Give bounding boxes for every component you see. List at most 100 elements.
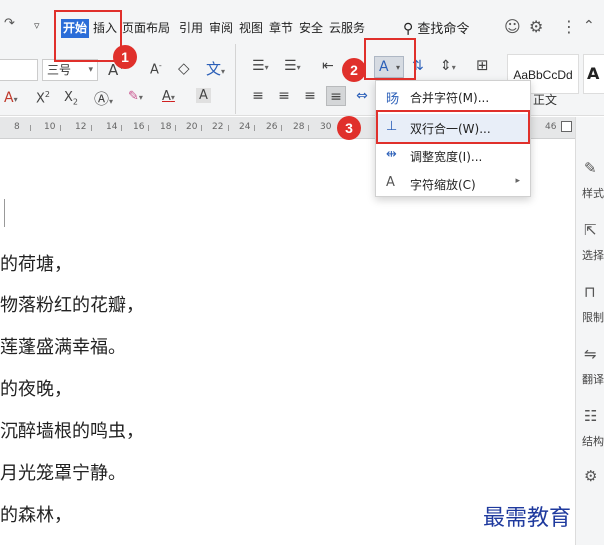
subscript-icon[interactable]: X2	[64, 90, 78, 107]
right-sidebar: ✎ 样式 ⇱ 选择 ⊓ 限制 ⇋ 翻译 ☷ 结构 ⚙	[575, 117, 604, 545]
menu-item-label: 字符缩放(C)	[410, 178, 476, 192]
gear-icon[interactable]: ⚙	[529, 17, 543, 36]
adjust-width-icon: ⇹	[386, 147, 397, 162]
decrease-indent-icon[interactable]: ⇤	[322, 58, 334, 74]
pen-icon[interactable]: ✎	[584, 159, 597, 177]
lock-icon[interactable]: ⊓	[584, 283, 596, 301]
highlight-color-icon[interactable]: ✎▾	[128, 89, 143, 104]
font-name-combo[interactable]	[0, 59, 38, 81]
sidebar-label-style: 样式	[582, 187, 604, 200]
ruler-tick	[30, 125, 31, 131]
char-shading-icon[interactable]: A	[196, 88, 211, 103]
document-line[interactable]: 莲蓬盛满幸福。	[0, 333, 126, 359]
highlight-box-two-lines-in-one	[376, 110, 530, 144]
search-command[interactable]: ⚲ 查找命令	[403, 18, 469, 38]
menu-item-label: 调整宽度(I)...	[410, 150, 483, 164]
bullet-list-icon[interactable]: ☰▾	[252, 58, 269, 74]
ruler-number: 22	[212, 122, 224, 132]
ruler-tick	[60, 125, 61, 131]
style-normal-label: 正文	[533, 93, 558, 107]
align-right-icon[interactable]: ≡	[300, 86, 320, 106]
ruler-number: 10	[44, 122, 56, 132]
document-line[interactable]: 物落粉红的花瓣，	[0, 291, 144, 317]
feedback-icon[interactable]: ☺	[504, 17, 521, 36]
text-effect-icon[interactable]: A▾	[4, 90, 18, 106]
shrink-font-icon[interactable]: A-	[150, 61, 162, 77]
merge-chars-icon: 旸	[386, 92, 400, 107]
ruler-number: 46	[545, 122, 557, 132]
superscript-icon[interactable]: X2	[36, 90, 50, 106]
highlight-box-home-tab	[54, 10, 122, 62]
tab-page-layout[interactable]: 页面布局	[122, 19, 170, 38]
ruler-toggle-icon[interactable]	[561, 121, 572, 132]
font-color-icon[interactable]: A▾	[162, 89, 175, 104]
ruler-tick	[121, 125, 122, 131]
tab-view[interactable]: 视图	[239, 19, 263, 38]
chevron-right-icon: ▸	[515, 176, 520, 186]
tab-section[interactable]: 章节	[269, 19, 293, 38]
collapse-ribbon-icon[interactable]: ⌃	[583, 18, 595, 34]
step-badge-3: 3	[337, 116, 361, 140]
ruler-tick	[148, 125, 149, 131]
cursor-icon[interactable]: ⇱	[584, 221, 597, 239]
ruler-number: 18	[160, 122, 172, 132]
sidebar-label-select: 选择	[582, 249, 604, 262]
ruler-tick	[91, 125, 92, 131]
ruler-tick	[281, 125, 282, 131]
align-left-icon[interactable]: ≡	[248, 86, 268, 106]
ruler-tick	[201, 125, 202, 131]
font-size-value: 三号	[47, 63, 72, 77]
document-line[interactable]: 的荷塘，	[0, 250, 72, 276]
sidebar-label-structure: 结构	[582, 435, 604, 448]
pinyin-guide-icon[interactable]: 文▾	[206, 58, 225, 79]
ruler-tick	[308, 125, 309, 131]
numbered-list-icon[interactable]: ☰▾	[284, 58, 301, 74]
step-badge-2: 2	[342, 58, 366, 82]
tab-security[interactable]: 安全	[299, 19, 323, 38]
font-size-combo[interactable]: 三号 ▾	[42, 59, 98, 81]
document-page[interactable]: 的荷塘， 物落粉红的花瓣， 莲蓬盛满幸福。 的夜晚， 沉醉墙根的鸣虫， 月光笼罩…	[0, 140, 580, 545]
text-effects-menu-icon[interactable]: Ⓐ▾	[94, 88, 113, 109]
clear-format-icon[interactable]: ◇	[178, 59, 190, 77]
distributed-align-icon[interactable]: ⇔	[352, 86, 372, 106]
ruler-number: 16	[133, 122, 145, 132]
search-icon: ⚲	[403, 21, 414, 37]
chevron-down-icon: ▾	[88, 65, 93, 75]
redo-icon[interactable]: ↷	[4, 16, 15, 31]
tab-references[interactable]: 引用	[179, 19, 203, 38]
menu-item-label: 合并字符(M)...	[410, 91, 490, 105]
menu-item-adjust-width[interactable]: ⇹ 调整宽度(I)...	[376, 142, 530, 170]
sidebar-label-translate: 翻译	[582, 373, 604, 386]
document-line[interactable]: 的森林，	[0, 501, 72, 527]
ruler-tick	[175, 125, 176, 131]
tab-review[interactable]: 审阅	[209, 19, 233, 38]
ruler-tick	[254, 125, 255, 131]
quick-access-dropdown-icon[interactable]: ▿	[34, 19, 40, 32]
style-heading-1[interactable]: A	[583, 54, 604, 94]
align-center-icon[interactable]: ≡	[274, 86, 294, 106]
ruler-number: 12	[75, 122, 87, 132]
ruler-number: 30	[320, 122, 332, 132]
watermark: 最需教育	[483, 506, 572, 531]
search-command-label: 查找命令	[417, 22, 470, 37]
document-line[interactable]: 的夜晚，	[0, 375, 72, 401]
ruler-number: 24	[239, 122, 251, 132]
document-line[interactable]: 沉醉墙根的鸣虫，	[0, 417, 144, 443]
line-spacing-icon[interactable]: ⇕▾	[440, 58, 456, 74]
document-line[interactable]: 月光笼罩宁静。	[0, 459, 126, 485]
step-badge-1: 1	[113, 45, 137, 69]
ruler-number: 28	[293, 122, 305, 132]
more-icon[interactable]: ⋮	[561, 17, 577, 36]
char-scale-icon: A	[386, 175, 395, 190]
structure-icon[interactable]: ☷	[584, 407, 597, 425]
menu-item-merge-chars[interactable]: 旸 合并字符(M)...	[376, 83, 530, 111]
ruler-number: 8	[14, 122, 20, 132]
translate-icon[interactable]: ⇋	[584, 345, 597, 363]
settings-icon[interactable]: ⚙	[584, 467, 597, 485]
border-icon[interactable]: ⊞	[476, 56, 489, 74]
menu-item-char-scale[interactable]: A 字符缩放(C) ▸	[376, 170, 530, 198]
tab-cloud-service[interactable]: 云服务	[329, 19, 365, 38]
ruler-number: 20	[186, 122, 198, 132]
justify-icon[interactable]: ≡	[326, 86, 346, 106]
ruler-number: 14	[106, 122, 118, 132]
